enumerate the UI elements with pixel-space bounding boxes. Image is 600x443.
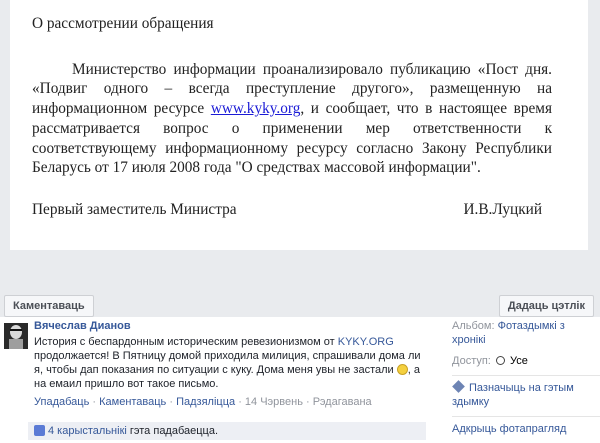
letter-document: О рассмотрении обращения Министерство ин… bbox=[32, 14, 552, 220]
globe-icon bbox=[495, 356, 505, 365]
access-label: Доступ: bbox=[452, 355, 491, 367]
divider bbox=[452, 375, 600, 376]
comment-text-middle: продолжается! В Пятницу домой приходила … bbox=[34, 350, 421, 376]
signature-row: Первый заместитель Министра И.В.Луцкий bbox=[32, 200, 552, 220]
album-row: Альбом: Фотаздымкі з хронікі bbox=[452, 319, 600, 347]
likes-suffix: гэта падабаецца. bbox=[126, 425, 219, 437]
comment-button[interactable]: Каментаваць bbox=[4, 295, 94, 317]
edited-label: Рэдагавана bbox=[312, 396, 372, 408]
share-link[interactable]: Падзяліцца bbox=[176, 396, 235, 408]
meta-separator: · bbox=[305, 396, 310, 408]
photo-info-sidebar: Альбом: Фотаздымкі з хронікі Доступ: Усе… bbox=[452, 319, 600, 443]
letter-heading: О рассмотрении обращения bbox=[32, 15, 214, 32]
scanned-letter: О рассмотрении обращения Министерство ин… bbox=[10, 0, 588, 250]
thumbs-up-icon bbox=[34, 425, 45, 436]
divider bbox=[452, 416, 600, 417]
meta-separator: · bbox=[238, 396, 242, 408]
photo-backdrop: О рассмотрении обращения Министерство ин… bbox=[0, 0, 600, 262]
photo-action-bar: Каментаваць Дадаць цэтлік bbox=[0, 262, 600, 317]
add-tag-button[interactable]: Дадаць цэтлік bbox=[498, 295, 594, 317]
signature-name: И.В.Луцкий bbox=[463, 200, 542, 218]
letter-link[interactable]: www.kyky.org bbox=[211, 100, 301, 117]
comment-author[interactable]: Вячеслав Дианов bbox=[34, 319, 424, 333]
smiley-icon bbox=[396, 364, 408, 375]
meta-separator: · bbox=[92, 396, 97, 408]
like-link[interactable]: Упадабаць bbox=[34, 396, 89, 408]
avatar-image bbox=[4, 323, 28, 349]
tag-icon bbox=[452, 380, 465, 393]
tag-photo-link[interactable]: Пазначыць на гэтым здымку bbox=[452, 382, 574, 408]
tag-photo-row[interactable]: Пазначыць на гэтым здымку bbox=[452, 380, 600, 409]
comment-meta: Упадабаць · Каментаваць · Падзяліцца · 1… bbox=[34, 395, 424, 409]
signature-title: Первый заместитель Министра bbox=[32, 200, 237, 218]
access-value[interactable]: Усе bbox=[510, 355, 528, 367]
avatar[interactable] bbox=[4, 323, 28, 349]
comment-text-start: История с беспардонным историческим реве… bbox=[34, 336, 338, 348]
photo-viewer-row: Адкрыць фотапрагляд bbox=[452, 422, 600, 436]
post-comment: Вячеслав Дианов История с беспардонным и… bbox=[34, 319, 424, 409]
meta-separator: · bbox=[169, 396, 174, 408]
comment-text: История с беспардонным историческим реве… bbox=[34, 335, 424, 391]
letter-body: Министерство информации проанализировало… bbox=[32, 60, 552, 178]
likes-bar: 4 карыстальнікі гэта падабаецца. bbox=[28, 422, 426, 440]
likes-count-link[interactable]: 4 карыстальнікі bbox=[48, 425, 127, 437]
album-label: Альбом: bbox=[452, 320, 495, 332]
comment-link-action[interactable]: Каментаваць bbox=[99, 396, 166, 408]
photo-viewer-link[interactable]: Адкрыць фотапрагляд bbox=[452, 423, 566, 435]
post-panel: Вячеслав Дианов История с беспардонным и… bbox=[0, 317, 600, 443]
post-date[interactable]: 14 Чэрвень bbox=[245, 396, 303, 408]
comment-link[interactable]: KYKY.ORG bbox=[338, 336, 394, 348]
access-row: Доступ: Усе bbox=[452, 354, 600, 368]
